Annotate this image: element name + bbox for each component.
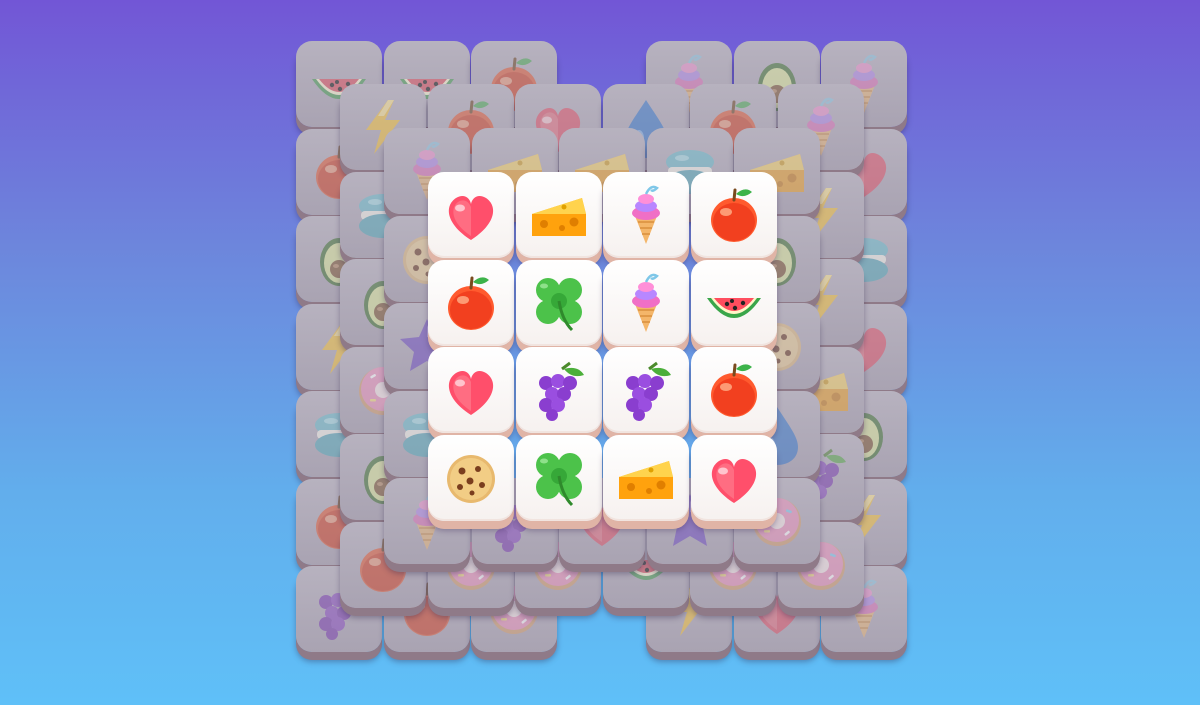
tile-cheese[interactable]: [515, 172, 602, 258]
cheese-icon: [619, 460, 673, 499]
tile-heart[interactable]: [690, 434, 777, 521]
tile-grapes[interactable]: [603, 347, 689, 433]
tile-icecream[interactable]: [603, 172, 689, 258]
tile-heart[interactable]: [428, 172, 514, 258]
icecream-icon: [632, 273, 660, 332]
tile-clover[interactable]: [515, 259, 602, 346]
heart-icon: [711, 458, 756, 503]
icecream-icon: [632, 185, 660, 244]
clover-icon: [535, 452, 582, 506]
watermelon-icon: [706, 297, 761, 318]
clover-icon: [535, 277, 582, 331]
tile-clover[interactable]: [515, 434, 602, 521]
tile-apple[interactable]: [428, 259, 514, 346]
apple-icon: [448, 276, 494, 330]
heart-icon: [448, 195, 494, 240]
grapes-icon: [538, 361, 584, 421]
tile-apple[interactable]: [690, 172, 777, 258]
tile-heart[interactable]: [428, 347, 514, 433]
heart-icon: [448, 370, 494, 415]
cheese-icon: [531, 198, 586, 236]
tile-grapes[interactable]: [515, 347, 602, 433]
game-board: [0, 0, 1200, 705]
tile-cheese[interactable]: [603, 434, 689, 521]
tile-icecream[interactable]: [603, 259, 689, 346]
tile-apple[interactable]: [690, 347, 777, 433]
grapes-icon: [626, 361, 671, 421]
apple-icon: [710, 363, 757, 417]
apple-icon: [710, 188, 757, 242]
cookie-icon: [447, 454, 495, 503]
tile-watermelon[interactable]: [690, 259, 777, 346]
tile-cookie[interactable]: [428, 434, 514, 521]
